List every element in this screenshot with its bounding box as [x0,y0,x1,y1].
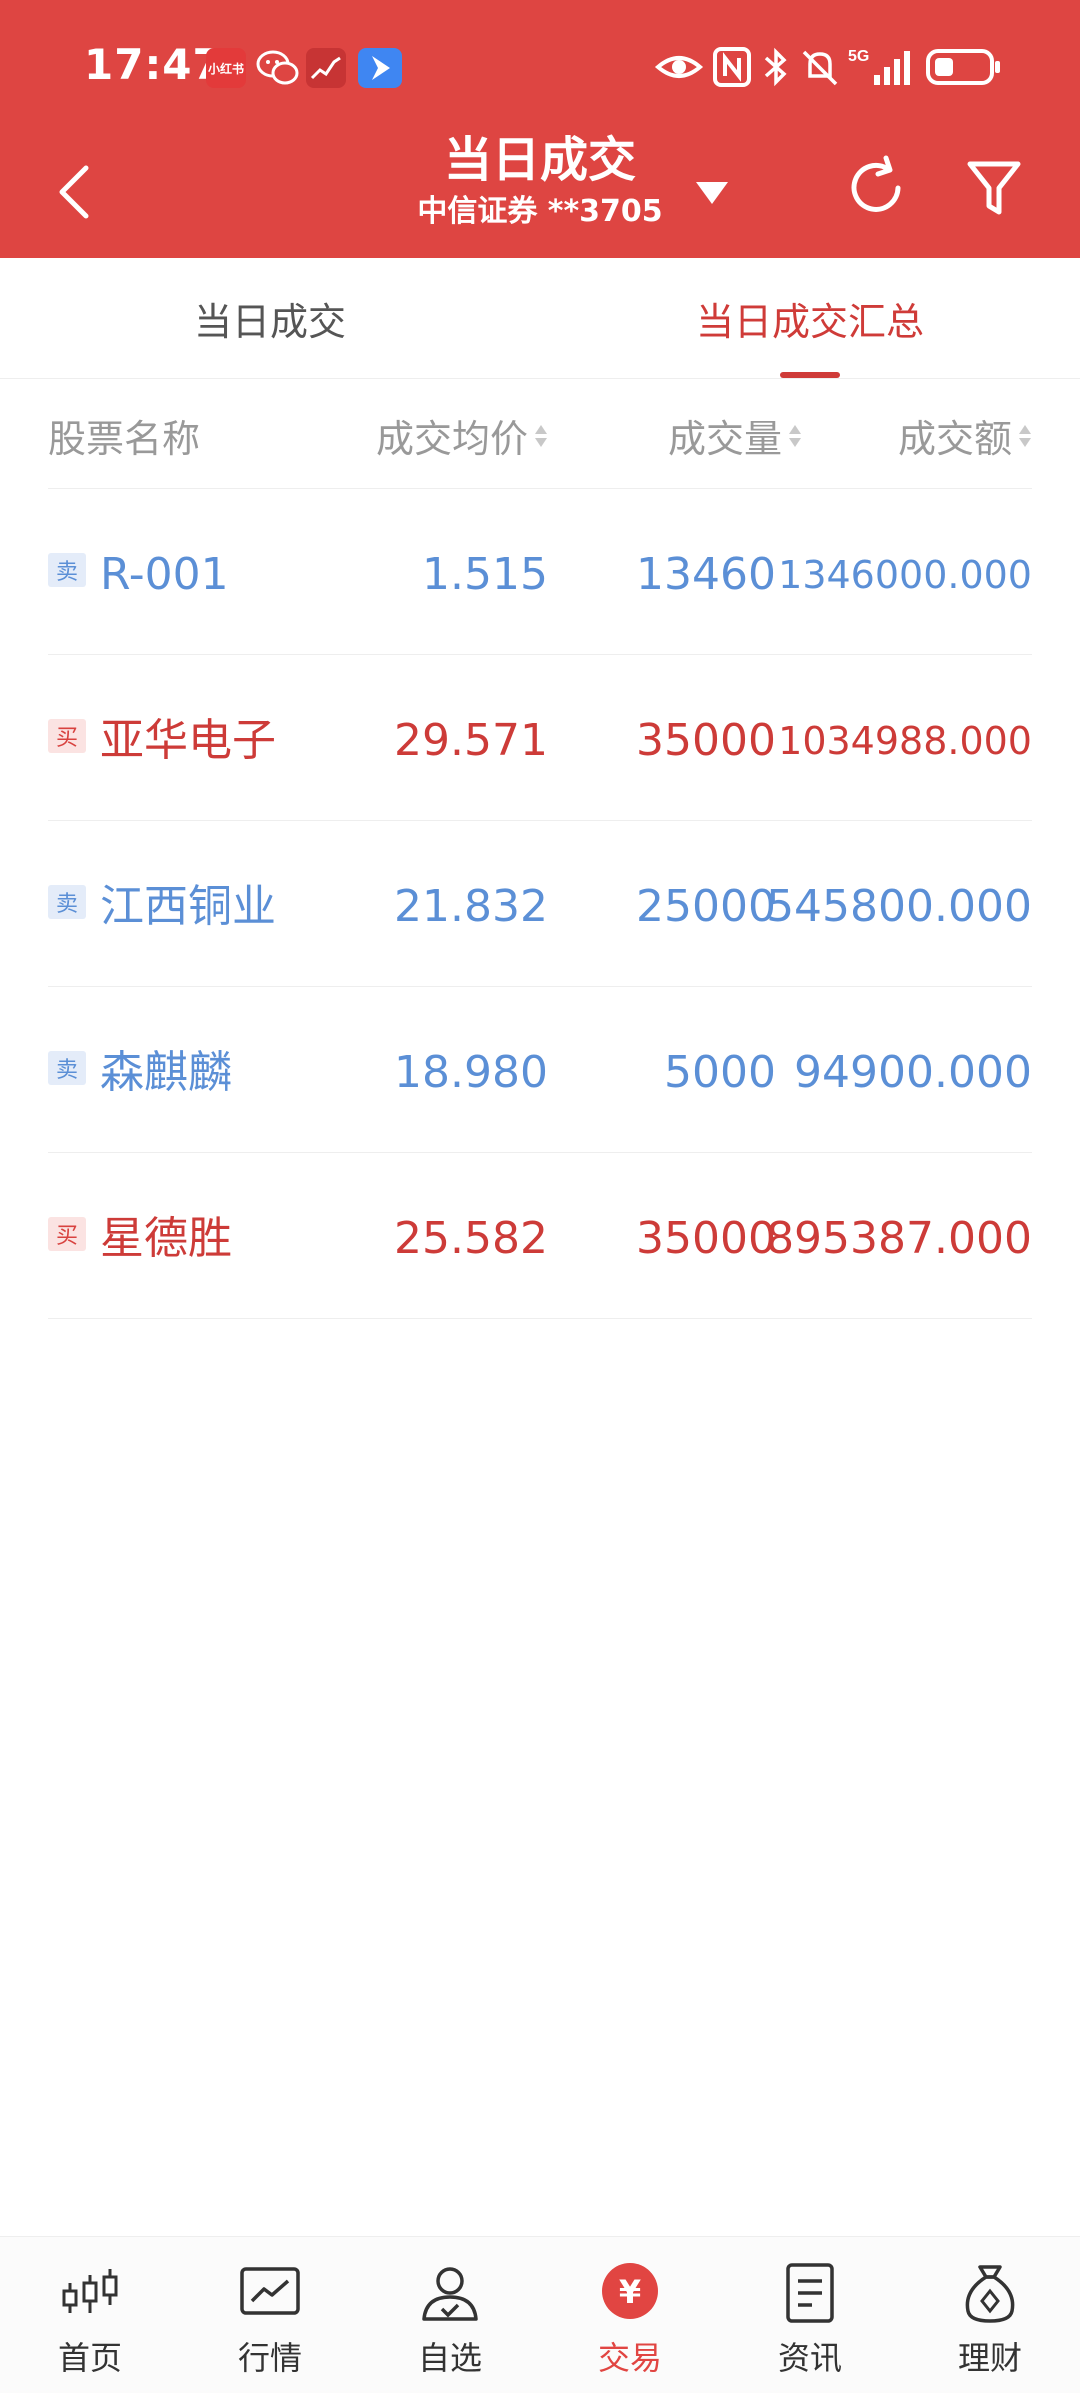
nfc-icon [712,44,752,90]
nav-market[interactable]: 行情 [180,2237,360,2393]
nav-home-label: 首页 [57,2339,122,2377]
status-bar: 17:47 小红书 5G [0,0,1080,130]
volume: 5000 [664,1047,776,1098]
title-block[interactable]: 当日成交 中信证券 **3705 [340,130,740,232]
nav-wealth-label: 理财 [957,2339,1022,2377]
column-volume-label: 成交量 [667,417,782,461]
bluetooth-icon [760,44,792,90]
account-dropdown-button[interactable] [688,168,736,216]
tab-bar: 当日成交 当日成交汇总 [0,258,1080,379]
nav-trade[interactable]: ¥ 交易 [540,2237,720,2393]
tab-daily-trades[interactable]: 当日成交 [0,258,540,378]
amount: 545800.000 [766,881,1032,932]
column-header-avg-price[interactable]: 成交均价 [376,408,548,463]
bell-mute-icon [800,44,840,90]
nav-watchlist-label: 自选 [417,2339,482,2377]
document-icon [786,2263,834,2323]
filter-button[interactable] [964,154,1024,222]
amount: 1346000.000 [778,553,1032,597]
avg-price: 1.515 [422,549,548,600]
sort-icon [535,424,547,447]
column-amount-label: 成交额 [897,417,1012,461]
chart-line-icon [240,2267,300,2315]
avg-price: 29.571 [394,715,548,766]
volume: 35000 [636,715,776,766]
stock-app-icon [306,48,346,88]
back-button[interactable] [40,150,110,230]
yuan-icon: ¥ [602,2263,658,2319]
refresh-button[interactable] [842,154,910,222]
nav-market-label: 行情 [237,2339,302,2377]
nav-news[interactable]: 资讯 [720,2237,900,2393]
sell-badge: 卖 [48,885,86,919]
column-avg-price-label: 成交均价 [375,417,528,461]
sort-icon [789,424,801,447]
stock-name: R-001 [100,549,229,600]
yuan-glyph: ¥ [619,2273,641,2311]
table-row[interactable]: 卖 森麒麟 18.980 5000 94900.000 [48,987,1032,1153]
stock-name: 亚华电子 [100,715,276,766]
money-bag-icon [965,2265,1015,2323]
nav-bar: 当日成交 中信证券 **3705 [0,130,1080,258]
page-title: 当日成交 [443,132,636,188]
account-label: 中信证券 **3705 [340,192,740,232]
table-header: 股票名称 成交均价 成交量 成交额 [48,378,1032,489]
nav-watchlist[interactable]: 自选 [360,2237,540,2393]
table-row[interactable]: 买 亚华电子 29.571 35000 1034988.000 [48,655,1032,821]
nav-wealth[interactable]: 理财 [900,2237,1080,2393]
sort-icon [1019,424,1031,447]
column-header-volume[interactable]: 成交量 [668,408,802,463]
stock-name: 星德胜 [100,1213,232,1264]
buy-badge: 买 [48,719,86,753]
nav-home[interactable]: 首页 [0,2237,180,2393]
sell-badge: 卖 [48,553,86,587]
stock-name: 江西铜业 [100,881,276,932]
column-header-name: 股票名称 [48,408,200,463]
trade-summary-list: 卖 R-001 1.515 13460 1346000.000 买 亚华电子 2… [48,489,1032,1319]
triangle-down-icon [696,182,728,204]
table-row[interactable]: 买 星德胜 25.582 35000 895387.000 [48,1153,1032,1319]
table-row[interactable]: 卖 江西铜业 21.832 25000 545800.000 [48,821,1032,987]
avg-price: 25.582 [394,1213,548,1264]
column-header-amount[interactable]: 成交额 [898,408,1032,463]
xiaohongshu-app-icon: 小红书 [206,48,246,88]
navigation-app-icon [358,48,402,88]
person-check-icon [422,2267,478,2321]
nav-news-label: 资讯 [777,2339,842,2377]
nav-trade-label: 交易 [597,2339,662,2377]
wechat-icon [256,48,300,88]
amount: 1034988.000 [778,719,1032,763]
column-name-label: 股票名称 [48,417,201,461]
chevron-left-icon [59,165,89,219]
app-header: 17:47 小红书 5G 当日成交 中信证券 **3705 [0,0,1080,258]
signal-5g-icon: 5G [848,44,912,90]
avg-price: 18.980 [394,1047,548,1098]
tab-daily-trades-summary[interactable]: 当日成交汇总 [540,258,1080,378]
network-label: 5G [848,48,869,65]
filter-icon [967,161,1021,215]
avg-price: 21.832 [394,881,548,932]
volume: 25000 [636,881,776,932]
broker-name: 中信证券 [417,194,538,229]
eye-icon [654,44,704,90]
candlestick-icon [62,2269,118,2313]
bottom-navigation: 首页 行情 自选 ¥ 交易 资讯 理财 [0,2236,1080,2393]
volume: 35000 [636,1213,776,1264]
buy-badge: 买 [48,1217,86,1251]
refresh-icon [851,155,901,212]
xiaohongshu-label: 小红书 [207,61,244,76]
battery-icon [926,44,1002,90]
sell-badge: 卖 [48,1051,86,1085]
stock-name: 森麒麟 [100,1047,232,1098]
amount: 895387.000 [766,1213,1032,1264]
amount: 94900.000 [794,1047,1032,1098]
account-number: **3705 [547,194,663,229]
table-row[interactable]: 卖 R-001 1.515 13460 1346000.000 [48,489,1032,655]
volume: 13460 [636,549,776,600]
status-time: 17:47 [84,40,223,89]
